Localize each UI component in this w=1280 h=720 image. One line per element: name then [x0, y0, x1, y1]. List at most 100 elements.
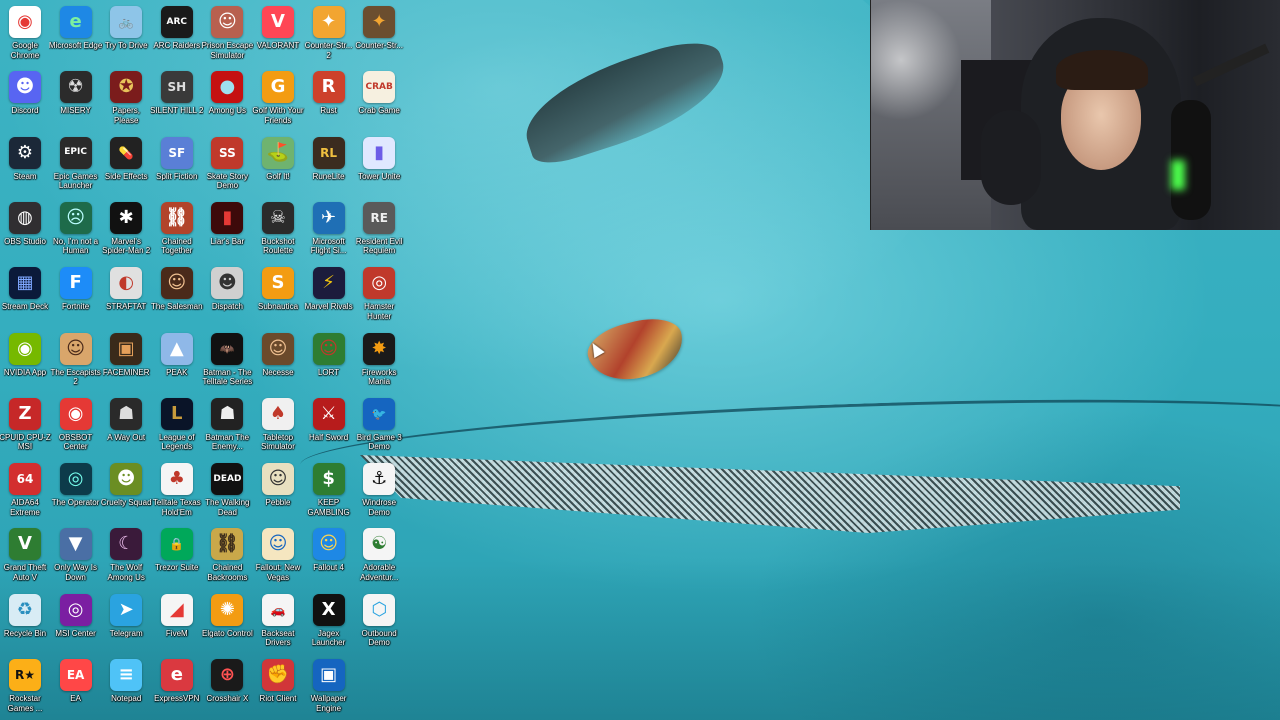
- desktop-shortcut-label: Outbound Demo: [361, 628, 397, 648]
- desktop-shortcut-skate-story[interactable]: SS Skate Story Demo: [202, 133, 252, 198]
- desktop-shortcut-side-effects[interactable]: 💊 Side Effects: [101, 133, 151, 198]
- desktop-shortcut-telltale-texas-holdem[interactable]: ♣ Telltale Texas Hold'Em: [152, 459, 202, 524]
- desktop-shortcut-runelite[interactable]: RL RuneLite: [304, 133, 354, 198]
- desktop-shortcut-marvel-rivals[interactable]: ⚡ Marvel Rivals: [304, 263, 354, 328]
- desktop-shortcut-not-a-human[interactable]: ☹ No, I'm not a Human: [51, 198, 101, 263]
- desktop-shortcut-aida64[interactable]: 64 AIDA64 Extreme: [0, 459, 50, 524]
- chained-together-icon: ⛓: [160, 201, 193, 234]
- batman-telltale-icon: 🦇: [211, 332, 244, 365]
- desktop-shortcut-peak[interactable]: ▲ PEAK: [152, 329, 202, 394]
- a-way-out-icon: ☗: [110, 397, 143, 430]
- desktop-shortcut-label: Microsoft Edge: [48, 41, 103, 50]
- desktop-shortcut-adorable-adventure[interactable]: ☯ Adorable Adventur...: [354, 524, 404, 589]
- desktop-shortcut-golf-with-friends[interactable]: G Golf With Your Friends: [252, 67, 304, 132]
- desktop-shortcut-msi-center[interactable]: ◎ MSI Center: [51, 590, 101, 655]
- desktop-shortcut-label: MSI Center: [55, 628, 96, 638]
- desktop-shortcut-silent-hill-2[interactable]: SH SILENT HILL 2: [150, 67, 203, 132]
- desktop-shortcut-prison-escape[interactable]: ☺ Prison Escape Simulator: [202, 2, 253, 67]
- desktop-shortcut-fireworks-mania[interactable]: ✸ Fireworks Mania: [354, 329, 404, 394]
- only-way-is-down-icon: ▼: [59, 528, 92, 561]
- tower-unite-icon: ▮: [363, 136, 396, 169]
- desktop-shortcut-misery[interactable]: ☢ MISERY: [51, 67, 101, 132]
- desktop-shortcut-epic-games[interactable]: EPIC Epic Games Launcher: [51, 133, 101, 198]
- desktop-shortcut-rockstar-games[interactable]: R★ Rockstar Games ...: [0, 655, 50, 720]
- desktop-shortcut-chained-together[interactable]: ⛓ Chained Together: [152, 198, 202, 263]
- desktop-shortcut-dispatch[interactable]: ☻ Dispatch: [202, 263, 252, 328]
- desktop-shortcut-telegram[interactable]: ➤ Telegram: [101, 590, 151, 655]
- desktop-shortcut-fallout-new-vegas[interactable]: ☺ Fallout: New Vegas: [253, 524, 303, 589]
- desktop-shortcut-arc-raiders[interactable]: ARC ARC Raiders: [152, 2, 202, 67]
- desktop-shortcut-batman-enemy-within[interactable]: ☗ Batman The Enemy...: [202, 394, 252, 459]
- desktop-shortcut-stream-deck[interactable]: ▦ Stream Deck: [0, 263, 50, 328]
- desktop-shortcut-the-operator[interactable]: ◎ The Operator: [51, 459, 101, 524]
- desktop-shortcut-windrose[interactable]: ⚓ Windrose Demo: [354, 459, 404, 524]
- desktop-shortcut-cpu-z[interactable]: Z CPUID CPU-Z MSI: [0, 394, 51, 459]
- desktop-shortcut-expressvpn[interactable]: e ExpressVPN: [152, 655, 202, 720]
- desktop-shortcut-outbound-demo[interactable]: ⬡ Outbound Demo: [354, 590, 404, 655]
- desktop-shortcut-half-sword[interactable]: ⚔ Half Sword: [304, 394, 354, 459]
- desktop-shortcut-keep-gambling[interactable]: $ KEEP GAMBLING: [304, 459, 354, 524]
- desktop-shortcut-resident-evil[interactable]: RE Resident Evil Requiem: [354, 198, 404, 263]
- desktop-shortcut-trezor-suite[interactable]: 🔒 Trezor Suite: [152, 524, 202, 589]
- desktop-shortcut-steam[interactable]: ⚙ Steam: [0, 133, 50, 198]
- desktop-shortcut-tower-unite[interactable]: ▮ Tower Unite: [354, 133, 404, 198]
- desktop-shortcut-fivem[interactable]: ◢ FiveM: [152, 590, 202, 655]
- desktop-shortcut-crab-game[interactable]: CRAB Crab Game: [354, 67, 404, 132]
- desktop-shortcut-notepad[interactable]: ≡ Notepad: [101, 655, 151, 720]
- desktop-shortcut-ea[interactable]: EA EA: [51, 655, 101, 720]
- desktop-shortcut-recycle-bin[interactable]: ♻ Recycle Bin: [0, 590, 50, 655]
- desktop-shortcut-riot-client[interactable]: ✊ Riot Client: [253, 655, 303, 720]
- desktop-shortcut-obs[interactable]: ◍ OBS Studio: [0, 198, 50, 263]
- desktop-shortcut-chrome[interactable]: ◉ Google Chrome: [0, 2, 50, 67]
- desktop-shortcut-nvidia[interactable]: ◉ NVIDIA App: [0, 329, 50, 394]
- desktop-shortcut-liars-bar[interactable]: ▮ Liar's Bar: [202, 198, 252, 263]
- desktop-shortcut-split-fiction[interactable]: SF Split Fiction: [152, 133, 202, 198]
- desktop-shortcut-tabletop-simulator[interactable]: ♠ Tabletop Simulator: [253, 394, 303, 459]
- desktop-shortcut-chained-backrooms[interactable]: ⛓ Chained Backrooms: [202, 524, 252, 589]
- desktop-shortcut-wolf-among-us[interactable]: ☾ The Wolf Among Us: [101, 524, 151, 589]
- desktop-shortcut-label: Pebble: [265, 498, 291, 508]
- desktop-shortcut-papers-please[interactable]: ✪ Papers, Please: [101, 67, 151, 132]
- among-us-icon: ●: [211, 71, 244, 104]
- desktop-shortcut-edge[interactable]: e Microsoft Edge: [48, 2, 103, 67]
- desktop-shortcut-buckshot-roulette[interactable]: ☠ Buckshot Roulette: [253, 198, 303, 263]
- desktop-shortcut-straftat[interactable]: ◐ STRAFTAT: [101, 263, 151, 328]
- desktop-shortcut-obsbot[interactable]: ◉ OBSBOT Center: [51, 394, 101, 459]
- desktop-shortcut-walking-dead[interactable]: DEAD The Walking Dead: [202, 459, 252, 524]
- desktop-shortcut-league-of-legends[interactable]: L League of Legends: [152, 394, 202, 459]
- desktop-shortcut-valorant[interactable]: V VALORANT: [253, 2, 303, 67]
- desktop-shortcut-try-to-drive[interactable]: 🚲 Try To Drive: [101, 2, 151, 67]
- desktop-shortcut-flight-simulator[interactable]: ✈ Microsoft Flight Si...: [304, 198, 354, 263]
- desktop-shortcut-faceminer[interactable]: ▣ FACEMINER: [101, 329, 151, 394]
- desktop-shortcut-spider-man-2[interactable]: ✱ Marvel's Spider-Man 2: [101, 198, 151, 263]
- try-to-drive-icon: 🚲: [110, 6, 143, 38]
- desktop-shortcut-a-way-out[interactable]: ☗ A Way Out: [101, 394, 151, 459]
- desktop-shortcut-escapists-2[interactable]: ☺ The Escapists 2: [50, 329, 101, 394]
- desktop-shortcut-hamster-hunter[interactable]: ◎ Hamster Hunter: [354, 263, 404, 328]
- desktop-shortcut-backseat-drivers[interactable]: 🚗 Backseat Drivers: [253, 590, 303, 655]
- desktop-shortcut-crosshair-x[interactable]: ⊕ Crosshair X: [202, 655, 252, 720]
- desktop-shortcut-bird-game-3[interactable]: 🐦 Bird Game 3 Demo: [354, 394, 404, 459]
- desktop-shortcut-lort[interactable]: ☺ LORT: [304, 329, 354, 394]
- desktop-shortcut-label: AIDA64 Extreme: [10, 498, 40, 517]
- desktop-shortcut-the-salesman[interactable]: ☺ The Salesman: [151, 263, 203, 328]
- desktop-shortcut-wallpaper-engine[interactable]: ▣ Wallpaper Engine: [304, 655, 354, 720]
- desktop-shortcut-batman-telltale[interactable]: 🦇 Batman - The Telltale Series: [202, 329, 252, 394]
- desktop-shortcut-pebble[interactable]: ☺ Pebble: [253, 459, 303, 524]
- desktop-shortcut-golf-it[interactable]: ⛳ Golf It!: [253, 133, 303, 198]
- desktop-shortcut-subnautica[interactable]: S Subnautica: [253, 263, 303, 328]
- desktop-shortcut-jagex-launcher[interactable]: X Jagex Launcher: [304, 590, 354, 655]
- desktop-shortcut-discord[interactable]: ☻ Discord: [0, 67, 50, 132]
- desktop-shortcut-only-way-is-down[interactable]: ▼ Only Way Is Down: [51, 524, 101, 589]
- desktop-shortcut-necesse[interactable]: ☺ Necesse: [253, 329, 303, 394]
- desktop-shortcut-elgato-control[interactable]: ✺ Elgato Control: [202, 590, 253, 655]
- desktop-shortcut-rust[interactable]: R Rust: [304, 67, 354, 132]
- desktop-shortcut-cruelty-squad[interactable]: ☻ Cruelty Squad: [101, 459, 152, 524]
- desktop-shortcut-gta-v[interactable]: V Grand Theft Auto V: [0, 524, 50, 589]
- desktop-shortcut-counter-strike-2[interactable]: ✦ Counter-Str... 2: [304, 2, 354, 67]
- desktop-shortcut-counter-strike[interactable]: ✦ Counter-Str...: [354, 2, 404, 67]
- desktop-shortcut-fortnite[interactable]: F Fortnite: [51, 263, 101, 328]
- desktop-shortcut-fallout-4[interactable]: ☺ Fallout 4: [304, 524, 354, 589]
- desktop-shortcut-among-us[interactable]: ● Among Us: [202, 67, 252, 132]
- flight-simulator-icon: ✈: [312, 201, 345, 234]
